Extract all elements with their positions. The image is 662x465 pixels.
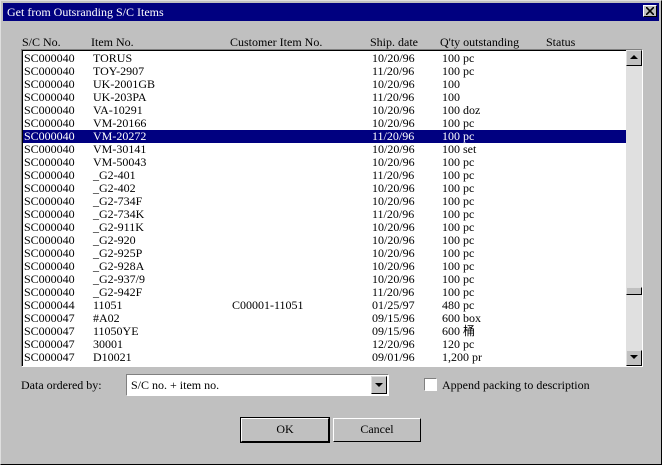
window-title: Get from Outsranding S/C Items <box>7 5 164 19</box>
scroll-up-button[interactable] <box>626 50 642 66</box>
sc-no-cell: SC000047 <box>24 350 75 364</box>
header-qty-outstanding[interactable]: Q'ty outstanding <box>440 35 519 49</box>
close-icon <box>646 7 654 15</box>
item-no-cell: D10021 <box>93 350 132 364</box>
header-item-no[interactable]: Item No. <box>91 35 134 49</box>
arrow-up-icon <box>630 55 638 59</box>
customer-item-cell: C00001-11051 <box>232 298 304 312</box>
append-packing-checkbox[interactable] <box>424 378 437 391</box>
order-dropdown-button[interactable] <box>371 376 387 394</box>
header-customer-item-no[interactable]: Customer Item No. <box>230 35 322 49</box>
qty-cell: 1,200 pr <box>442 350 482 364</box>
order-select-value: S/C no. + item no. <box>131 378 220 392</box>
list-item[interactable]: SC000047 D10021 09/01/96 1,200 pr <box>23 351 627 364</box>
chevron-down-icon <box>375 383 383 387</box>
header-sc-no[interactable]: S/C No. <box>22 35 61 49</box>
items-list: SC000040 TORUS 10/20/96 100 pc SC000040 TOY-2… <box>22 50 627 366</box>
ok-button[interactable]: OK <box>240 417 330 443</box>
vertical-scrollbar[interactable] <box>626 50 642 366</box>
scroll-thumb[interactable] <box>626 287 642 295</box>
arrow-down-icon <box>630 355 638 359</box>
header-status[interactable]: Status <box>546 35 575 49</box>
header-ship-date[interactable]: Ship. date <box>370 35 418 49</box>
dialog-window: Get from Outsranding S/C Items S/C No. I… <box>0 0 662 465</box>
order-select[interactable]: S/C no. + item no. <box>126 374 389 396</box>
close-button[interactable] <box>643 5 657 17</box>
cancel-button[interactable]: Cancel <box>333 418 421 442</box>
append-packing-label[interactable]: Append packing to description <box>442 378 590 392</box>
order-label: Data ordered by: <box>21 378 102 392</box>
scroll-down-button[interactable] <box>626 350 642 366</box>
ship-date-cell: 09/01/96 <box>372 350 415 364</box>
title-bar[interactable]: Get from Outsranding S/C Items <box>3 3 659 21</box>
items-listbox[interactable]: SC000040 TORUS 10/20/96 100 pc SC000040 TOY-2… <box>21 49 643 367</box>
